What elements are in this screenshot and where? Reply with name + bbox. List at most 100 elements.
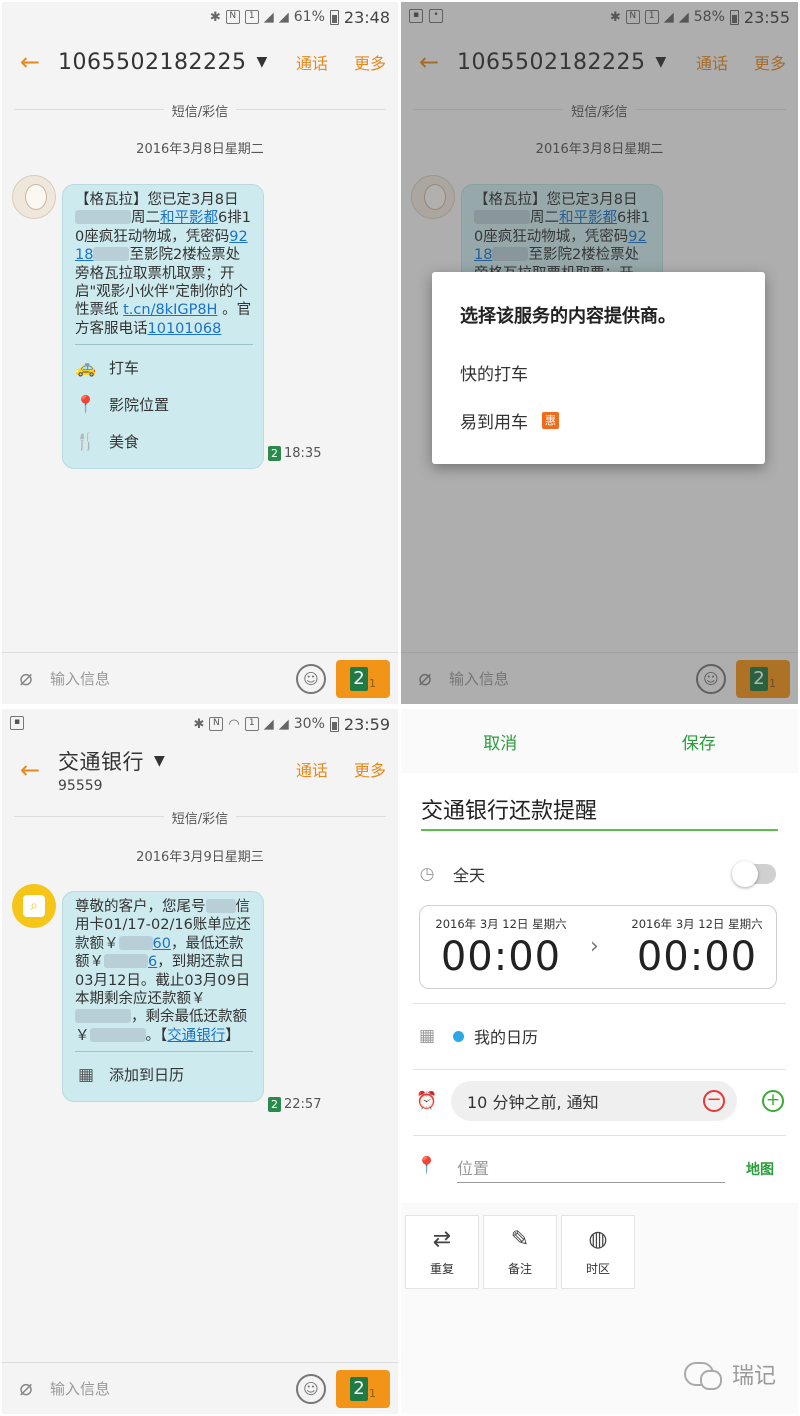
- link-cinema[interactable]: 和平影都: [160, 210, 218, 226]
- bluetooth-icon: ✱: [193, 716, 205, 732]
- message-type-label: 短信/彩信: [2, 808, 398, 827]
- battery-icon: [329, 9, 339, 25]
- status-bar: ✱ N 1 ◢ ◢ 61% 23:48: [2, 2, 398, 32]
- event-title-input[interactable]: 交通银行还款提醒: [421, 793, 778, 831]
- clock: 23:59: [343, 714, 390, 734]
- signal-icon: ◢: [278, 9, 289, 25]
- avatar[interactable]: ⌕: [12, 884, 56, 928]
- editor-toolbar: 取消 保存: [401, 709, 798, 773]
- service-cinema-location[interactable]: 📍 影院位置: [75, 386, 253, 423]
- divider: [413, 1003, 786, 1004]
- service-taxi[interactable]: 🚕 打车: [75, 349, 253, 386]
- calendar-icon: ▦: [418, 1026, 436, 1046]
- time-range: 2016年 3月 12日 星期六 00:00 › 2016年 3月 12日 星期…: [419, 905, 777, 989]
- composer: ⌀ 输入信息 ☺ 21: [2, 1362, 398, 1414]
- sim-1-icon: 1: [244, 717, 259, 731]
- sms-thread-panel-1: ✱ N 1 ◢ ◢ 61% 23:48 ← 1065502182225 ▼ 通话…: [2, 2, 398, 704]
- emoji-icon[interactable]: ☺: [296, 663, 326, 694]
- timezone-icon: ◍: [588, 1227, 608, 1252]
- more-button[interactable]: 更多: [354, 757, 386, 781]
- save-button[interactable]: 保存: [600, 729, 799, 754]
- calendar-event-editor: 取消 保存 交通银行还款提醒 ◷ 全天 2016年 3月 12日 星期六 00:…: [401, 709, 798, 1414]
- calendar-color-dot: [453, 1030, 464, 1042]
- sim-badge: 2: [268, 1097, 281, 1112]
- link-url[interactable]: t.cn/8kIGP8H: [123, 302, 217, 318]
- attach-icon[interactable]: ⌀: [2, 666, 50, 691]
- repeat-tile[interactable]: ⇄ 重复: [405, 1215, 479, 1289]
- note-tile[interactable]: ✎ 备注: [483, 1215, 557, 1289]
- calendar-icon: ▦: [77, 1064, 95, 1085]
- link-min-amount[interactable]: 6: [148, 954, 157, 970]
- sms-thread-panel-3: ▪ ✱ N ◠ 1 ◢ ◢ 30% 23:59 ← 交通银行 ▼ 95559 通话…: [2, 709, 398, 1414]
- date-separator: 2016年3月9日星期三: [136, 850, 264, 865]
- option-yidao-car[interactable]: 易到用车惠: [460, 408, 559, 433]
- remove-reminder-icon[interactable]: −: [703, 1090, 725, 1112]
- calendar-row[interactable]: ▦ 我的日历: [401, 1021, 798, 1051]
- link-bank[interactable]: 交通银行: [167, 1028, 225, 1044]
- all-day-toggle[interactable]: [732, 861, 776, 887]
- back-arrow-icon[interactable]: ←: [2, 740, 58, 800]
- signal-icon: ◢: [278, 716, 289, 732]
- signal-4g-icon: ◢: [263, 716, 274, 732]
- avatar[interactable]: [12, 175, 56, 219]
- taxi-icon: 🚕: [75, 357, 97, 378]
- dialog-title: 选择该服务的内容提供商。: [460, 306, 676, 327]
- call-button[interactable]: 通话: [296, 50, 328, 74]
- send-button[interactable]: 21: [336, 659, 390, 698]
- dropdown-caret-icon[interactable]: ▼: [256, 54, 267, 70]
- calendar-name: 我的日历: [474, 1028, 539, 1047]
- timezone-tile[interactable]: ◍ 时区: [561, 1215, 635, 1289]
- service-add-to-calendar[interactable]: ▦ 添加到日历: [75, 1056, 253, 1093]
- service-food[interactable]: 🍴 美食: [75, 423, 253, 460]
- message-bubble[interactable]: 【格瓦拉】您已定3月8日周二和平影都6排10座疯狂动物城，凭密码9218 至影院2…: [62, 184, 264, 470]
- chevron-right-icon: ›: [590, 934, 599, 959]
- end-time[interactable]: 2016年 3月 12日 星期六 00:00: [622, 916, 772, 980]
- wechat-icon: [683, 1362, 722, 1390]
- more-button[interactable]: 更多: [354, 50, 386, 74]
- call-button[interactable]: 通话: [296, 757, 328, 781]
- location-input[interactable]: 位置: [457, 1149, 725, 1183]
- app-bar: ← 1065502182225 ▼ 通话 更多: [2, 32, 398, 92]
- extra-options: ⇄ 重复 ✎ 备注 ◍ 时区: [405, 1215, 635, 1289]
- wifi-icon: ◠: [228, 716, 240, 732]
- message-text: 【格瓦拉】您已定3月8日周二和平影都6排10座疯狂动物城，凭密码9218 至影院2…: [75, 192, 252, 337]
- message-time: 18:35: [284, 446, 322, 461]
- link-phone[interactable]: 10101068: [148, 321, 222, 337]
- message-input[interactable]: 输入信息: [50, 668, 296, 689]
- message-input[interactable]: 输入信息: [50, 1378, 296, 1399]
- message-meta: 2 18:35: [268, 446, 321, 461]
- watermark: 瑞记: [683, 1358, 776, 1390]
- add-reminder-icon[interactable]: +: [762, 1090, 784, 1112]
- message-bubble[interactable]: 尊敬的客户，您尾号 信用卡01/17-02/16账单应还款额￥ 60，最低还款额￥ 6…: [62, 891, 264, 1103]
- back-arrow-icon[interactable]: ←: [2, 32, 58, 92]
- search-book-icon: ⌕: [23, 895, 45, 917]
- bluetooth-icon: ✱: [209, 9, 221, 25]
- nfc-icon: N: [209, 717, 224, 731]
- cancel-button[interactable]: 取消: [401, 729, 600, 754]
- contact-name[interactable]: 1065502182225: [58, 50, 246, 75]
- emoji-icon[interactable]: ☺: [296, 1373, 326, 1404]
- all-day-row: ◷ 全天: [401, 859, 798, 889]
- send-button[interactable]: 21: [336, 1369, 390, 1408]
- contact-block[interactable]: 交通银行 ▼ 95559: [58, 746, 165, 794]
- screenshot-collage: ✱ N 1 ◢ ◢ 61% 23:48 ← 1065502182225 ▼ 通话…: [0, 0, 800, 1416]
- contact-number: 95559: [58, 778, 103, 794]
- option-kuaidi-taxi[interactable]: 快的打车: [460, 360, 528, 385]
- sms-thread-panel-2: ▪ • ✱ N 1 ◢ ◢ 58% 23:55 ← 1065502182225 ▼…: [401, 2, 798, 704]
- sim-1-icon: 1: [244, 10, 259, 24]
- battery-icon: [329, 716, 339, 732]
- start-time[interactable]: 2016年 3月 12日 星期六 00:00: [426, 916, 576, 980]
- location-pin-icon: 📍: [75, 394, 97, 415]
- app-bar: ← 交通银行 ▼ 95559 通话 更多: [2, 739, 398, 801]
- attach-icon[interactable]: ⌀: [2, 1376, 50, 1401]
- link-amount[interactable]: 60: [153, 936, 171, 952]
- message-meta: 2 22:57: [268, 1097, 321, 1112]
- sim-badge: 2: [268, 446, 281, 461]
- map-button[interactable]: 地图: [746, 1159, 774, 1179]
- divider: [413, 1069, 786, 1070]
- status-bar: ▪ ✱ N ◠ 1 ◢ ◢ 30% 23:59: [2, 709, 398, 739]
- dropdown-caret-icon[interactable]: ▼: [154, 753, 165, 769]
- reminder-pill[interactable]: 10 分钟之前, 通知 −: [451, 1081, 737, 1121]
- message-time: 22:57: [284, 1097, 322, 1112]
- alarm-icon: ⏰: [416, 1091, 438, 1111]
